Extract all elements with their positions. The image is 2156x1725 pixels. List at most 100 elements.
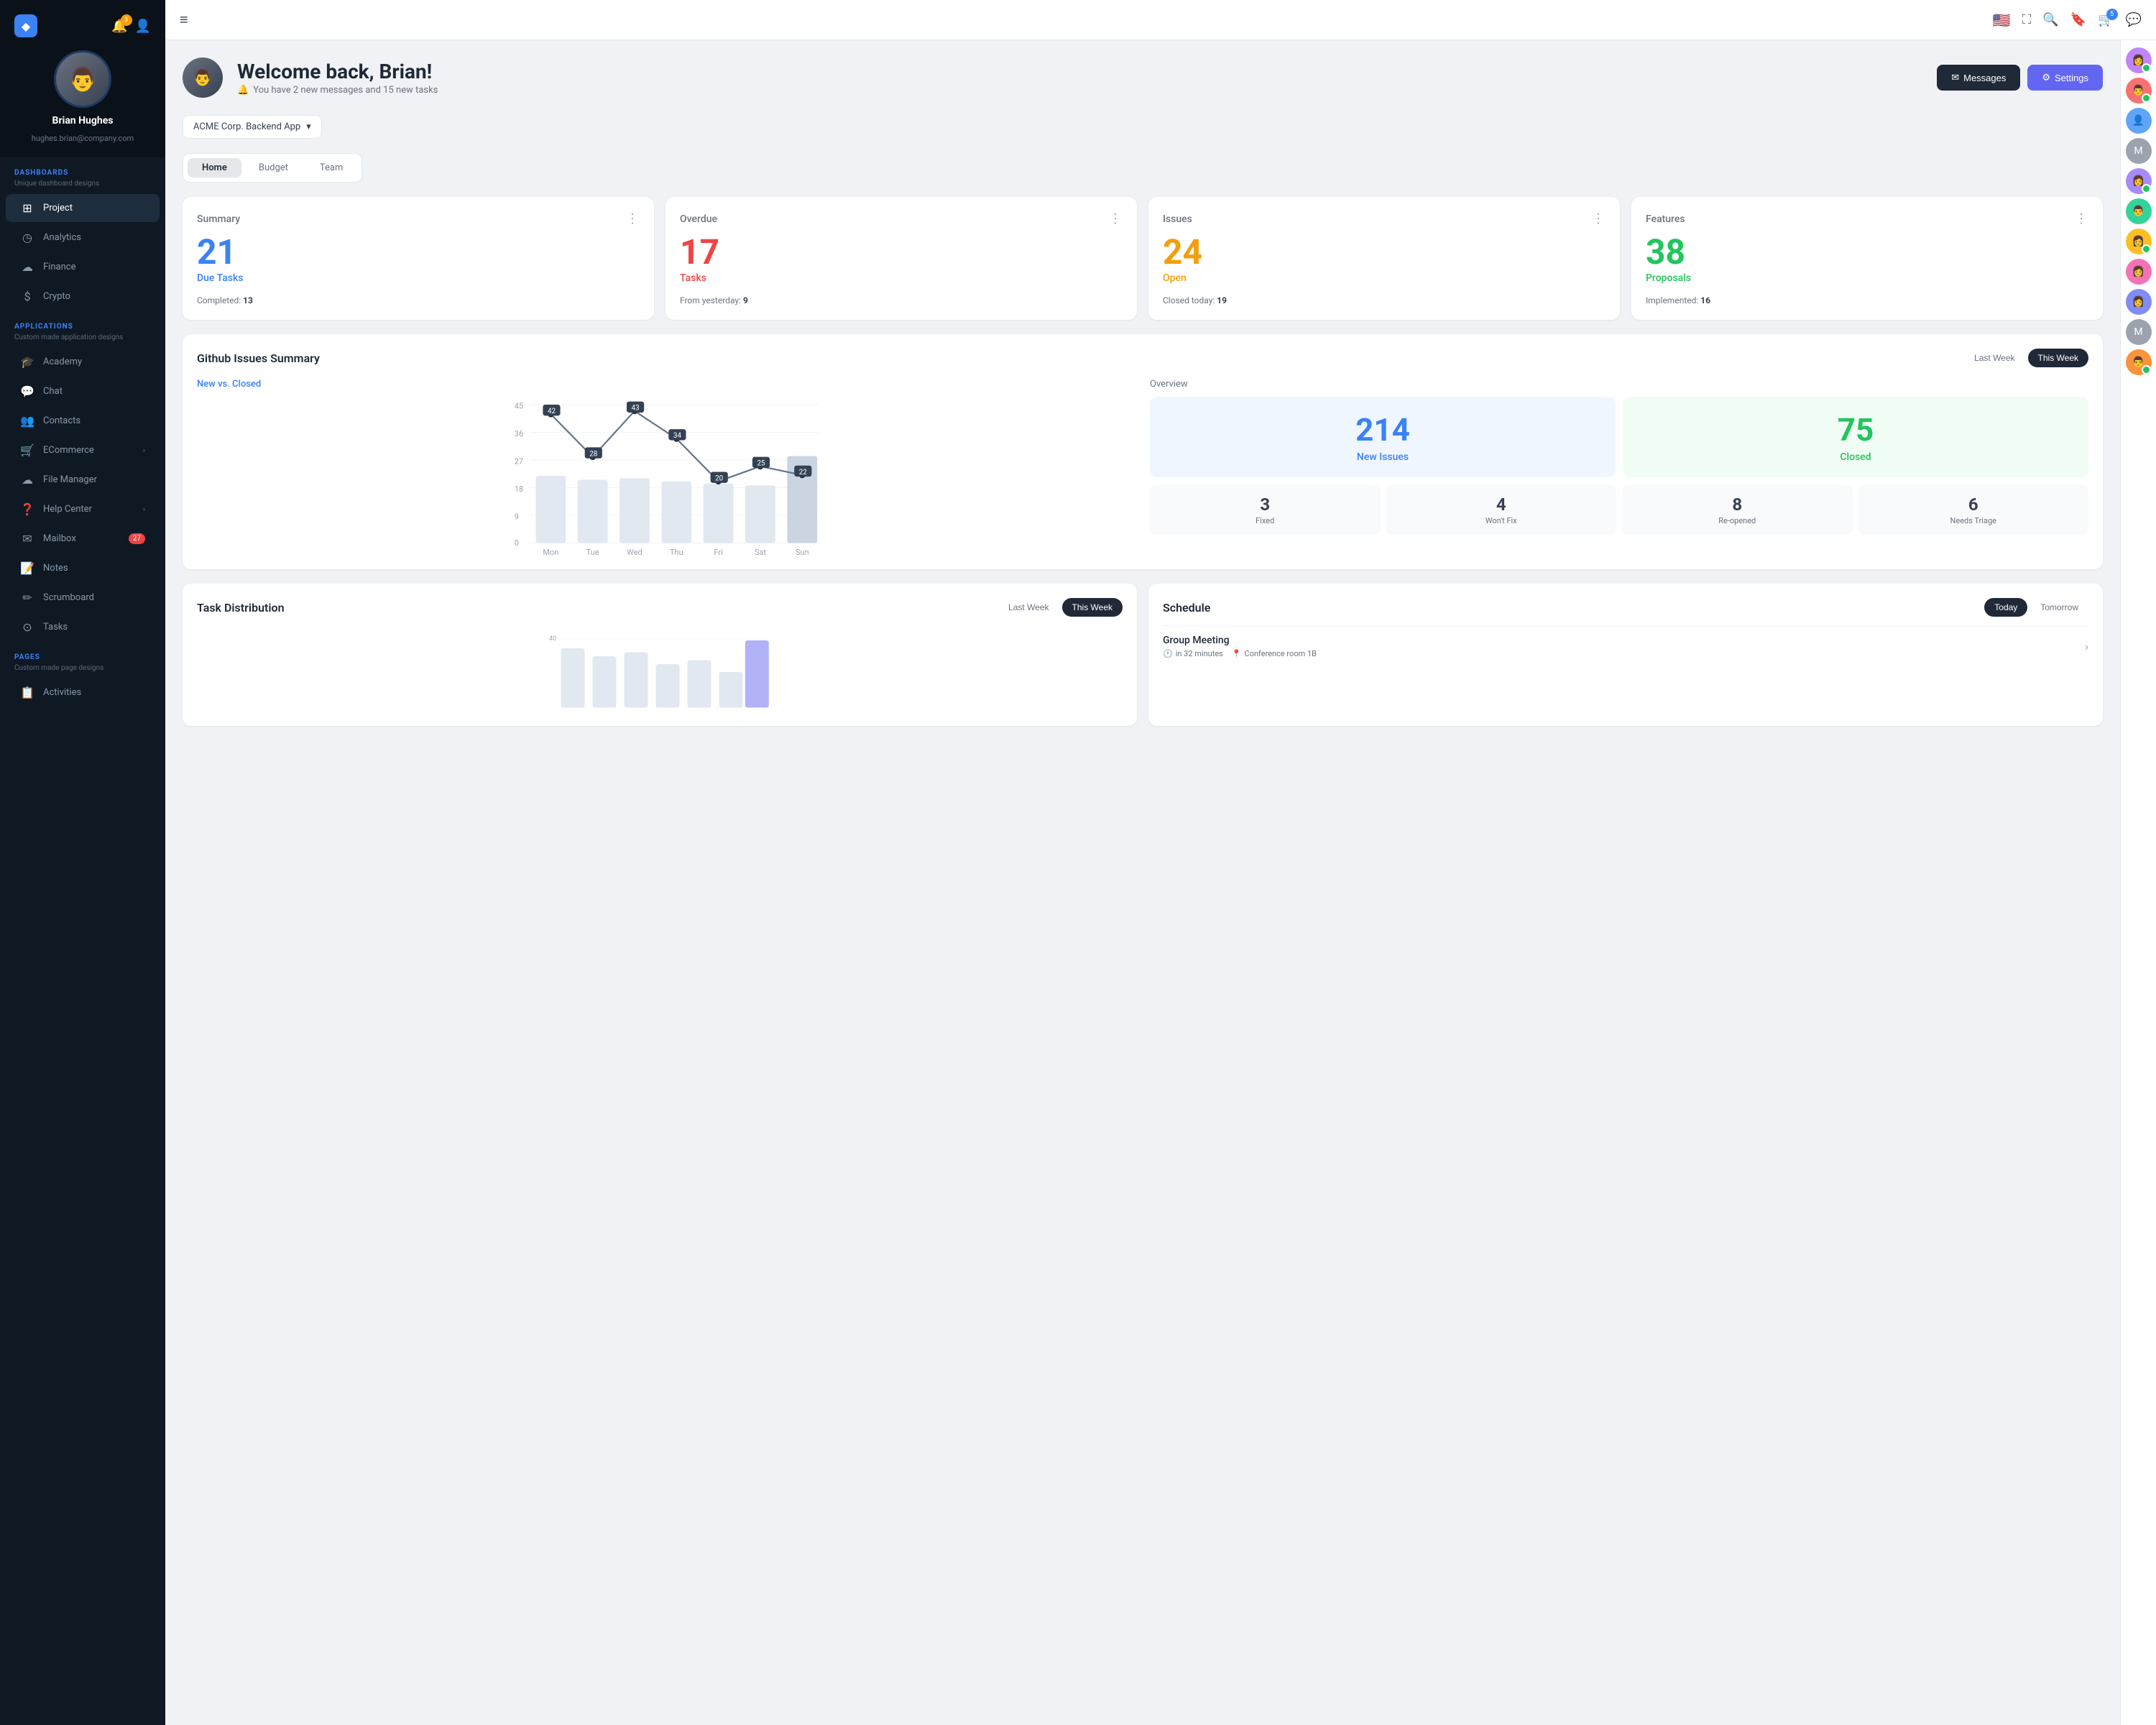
github-content: New vs. Closed 45 36 27 18 9 0 bbox=[197, 379, 2088, 555]
issues-menu[interactable]: ⋮ bbox=[1592, 211, 1606, 226]
github-last-week-btn[interactable]: Last Week bbox=[1964, 349, 2024, 367]
search-icon[interactable]: 🔍 bbox=[2042, 12, 2058, 27]
contacts-icon: 👥 bbox=[20, 414, 34, 428]
sidebar-avatar: 👨 bbox=[54, 50, 111, 108]
schedule-item-info: Group Meeting 🕐 in 32 minutes 📍 Conferen… bbox=[1163, 635, 1317, 658]
far-right-avatar-8[interactable]: 👩 bbox=[2126, 259, 2152, 285]
features-footer: Implemented: 16 bbox=[1646, 295, 2088, 305]
sidebar-item-label-notes: Notes bbox=[43, 563, 68, 574]
far-right-avatar-6[interactable]: 👨 bbox=[2126, 198, 2152, 224]
task-dist-this-week[interactable]: This Week bbox=[1062, 598, 1123, 617]
mini-stat-reopened: 8 Re-opened bbox=[1622, 484, 1853, 535]
sidebar-item-notes[interactable]: 📝 Notes bbox=[6, 554, 160, 582]
fullscreen-icon[interactable]: ⛶ bbox=[2022, 12, 2032, 27]
sidebar-item-chat[interactable]: 💬 Chat bbox=[6, 377, 160, 405]
header-subtitle-text: You have 2 new messages and 15 new tasks bbox=[253, 85, 438, 96]
overview-top: 214 New Issues 75 Closed bbox=[1150, 397, 2088, 477]
issues-number: 24 bbox=[1163, 235, 1606, 270]
overview-area: Overview 214 New Issues 75 Closed bbox=[1150, 379, 2088, 555]
profile-icon[interactable]: 👤 bbox=[135, 19, 151, 34]
schedule-arrow[interactable]: › bbox=[2085, 640, 2088, 653]
sidebar-item-academy[interactable]: 🎓 Academy bbox=[6, 348, 160, 376]
svg-text:42: 42 bbox=[548, 408, 556, 415]
task-dist-last-week[interactable]: Last Week bbox=[998, 598, 1059, 617]
cart-icon[interactable]: 🛒 5 bbox=[2098, 12, 2114, 27]
far-right-avatar-2[interactable]: 👨 bbox=[2126, 78, 2152, 104]
features-menu[interactable]: ⋮ bbox=[2075, 211, 2088, 226]
reopened-num: 8 bbox=[1732, 494, 1742, 515]
svg-text:Sun: Sun bbox=[796, 548, 809, 555]
task-bar-chart: 40 bbox=[197, 632, 1123, 712]
sidebar-item-filemanager[interactable]: ☁ File Manager bbox=[6, 466, 160, 494]
filemanager-icon: ☁ bbox=[20, 473, 34, 487]
sidebar-item-label-tasks: Tasks bbox=[43, 622, 68, 632]
sidebar-item-project[interactable]: ⊞ Project bbox=[6, 194, 160, 222]
flag-icon[interactable]: 🇺🇸 bbox=[1993, 12, 2011, 29]
sidebar-item-crypto[interactable]: $ Crypto bbox=[6, 282, 160, 310]
sidebar-item-contacts[interactable]: 👥 Contacts bbox=[6, 407, 160, 435]
tab-home[interactable]: Home bbox=[188, 158, 241, 178]
far-right-avatar-3[interactable]: 👤 bbox=[2126, 108, 2152, 134]
far-right-panel: 👩 👨 👤 M 👩 👨 👩 👩 👩 M 👨 bbox=[2120, 40, 2156, 1725]
sidebar-item-tasks[interactable]: ⊙ Tasks bbox=[6, 613, 160, 641]
project-icon: ⊞ bbox=[20, 201, 34, 215]
overdue-menu[interactable]: ⋮ bbox=[1109, 211, 1123, 226]
sidebar-item-finance[interactable]: ☁ Finance bbox=[6, 253, 160, 281]
svg-text:Thu: Thu bbox=[670, 548, 683, 555]
far-right-avatar-10[interactable]: M bbox=[2126, 319, 2152, 345]
bottom-row: Task Distribution Last Week This Week 40 bbox=[183, 584, 2103, 726]
main-content: 👨 Welcome back, Brian! 🔔 You have 2 new … bbox=[165, 40, 2120, 1725]
messages-button[interactable]: ✉ Messages bbox=[1937, 65, 2020, 91]
summary-number: 21 bbox=[197, 235, 640, 270]
pages-label: PAGES bbox=[0, 642, 165, 664]
fixed-label: Fixed bbox=[1256, 516, 1274, 525]
analytics-icon: ◷ bbox=[20, 231, 34, 244]
summary-menu[interactable]: ⋮ bbox=[626, 211, 640, 226]
tab-budget[interactable]: Budget bbox=[244, 158, 303, 178]
github-this-week-btn[interactable]: This Week bbox=[2028, 349, 2088, 367]
chat-topbar-icon[interactable]: 💬 bbox=[2126, 12, 2142, 27]
far-right-avatar-11[interactable]: 👨 bbox=[2126, 349, 2152, 375]
sidebar-item-label-mailbox: Mailbox bbox=[43, 533, 76, 544]
sidebar: ◆ 🔔 3 👤 👨 Brian Hughes hughes.brian@comp… bbox=[0, 0, 165, 1725]
new-issues-number: 214 bbox=[1355, 411, 1410, 448]
svg-text:43: 43 bbox=[632, 405, 640, 413]
sidebar-item-helpcenter[interactable]: ❓ Help Center › bbox=[6, 495, 160, 523]
sidebar-item-scrumboard[interactable]: ✏ Scrumboard bbox=[6, 584, 160, 612]
sidebar-item-analytics[interactable]: ◷ Analytics bbox=[6, 224, 160, 252]
sidebar-item-ecommerce[interactable]: 🛒 ECommerce › bbox=[6, 436, 160, 464]
far-right-avatar-4[interactable]: M bbox=[2126, 138, 2152, 164]
schedule-location-text: Conference room 1B bbox=[1245, 649, 1317, 658]
bookmark-icon[interactable]: 🔖 bbox=[2070, 12, 2086, 27]
header-actions: ✉ Messages ⚙ Settings bbox=[1937, 65, 2103, 91]
wontfix-label: Won't Fix bbox=[1485, 516, 1517, 525]
chat-icon: 💬 bbox=[20, 385, 34, 398]
menu-button[interactable]: ≡ bbox=[180, 11, 188, 29]
far-right-avatar-9[interactable]: 👩 bbox=[2126, 289, 2152, 315]
project-selector[interactable]: ACME Corp. Backend App ▾ bbox=[183, 115, 322, 139]
svg-text:20: 20 bbox=[715, 475, 723, 483]
top-icon-group: 🔔 3 👤 bbox=[111, 19, 151, 34]
issues-title: Issues bbox=[1163, 213, 1192, 225]
tab-team[interactable]: Team bbox=[305, 158, 358, 178]
schedule-toggle: Today Tomorrow bbox=[1984, 598, 2088, 617]
overdue-footer: From yesterday: 9 bbox=[680, 295, 1123, 305]
overdue-title: Overdue bbox=[680, 213, 717, 225]
finance-icon: ☁ bbox=[20, 260, 34, 274]
schedule-today-btn[interactable]: Today bbox=[1984, 598, 2027, 617]
far-right-avatar-5[interactable]: 👩 bbox=[2126, 168, 2152, 194]
sidebar-item-label-ecommerce: ECommerce bbox=[43, 445, 94, 456]
issues-footer: Closed today: 19 bbox=[1163, 295, 1606, 305]
svg-text:Fri: Fri bbox=[714, 548, 722, 555]
svg-text:Sat: Sat bbox=[755, 548, 767, 555]
notification-icon[interactable]: 🔔 3 bbox=[111, 19, 127, 34]
logo-icon[interactable]: ◆ bbox=[14, 14, 37, 37]
settings-button[interactable]: ⚙ Settings bbox=[2027, 65, 2103, 91]
features-title: Features bbox=[1646, 213, 1685, 225]
far-right-avatar-7[interactable]: 👩 bbox=[2126, 229, 2152, 254]
chart-area: New vs. Closed 45 36 27 18 9 0 bbox=[197, 379, 1135, 555]
sidebar-item-mailbox[interactable]: ✉ Mailbox 27 bbox=[6, 525, 160, 553]
schedule-tomorrow-btn[interactable]: Tomorrow bbox=[2030, 598, 2088, 617]
far-right-avatar-1[interactable]: 👩 bbox=[2126, 47, 2152, 73]
sidebar-item-activities[interactable]: 📋 Activities bbox=[6, 678, 160, 707]
